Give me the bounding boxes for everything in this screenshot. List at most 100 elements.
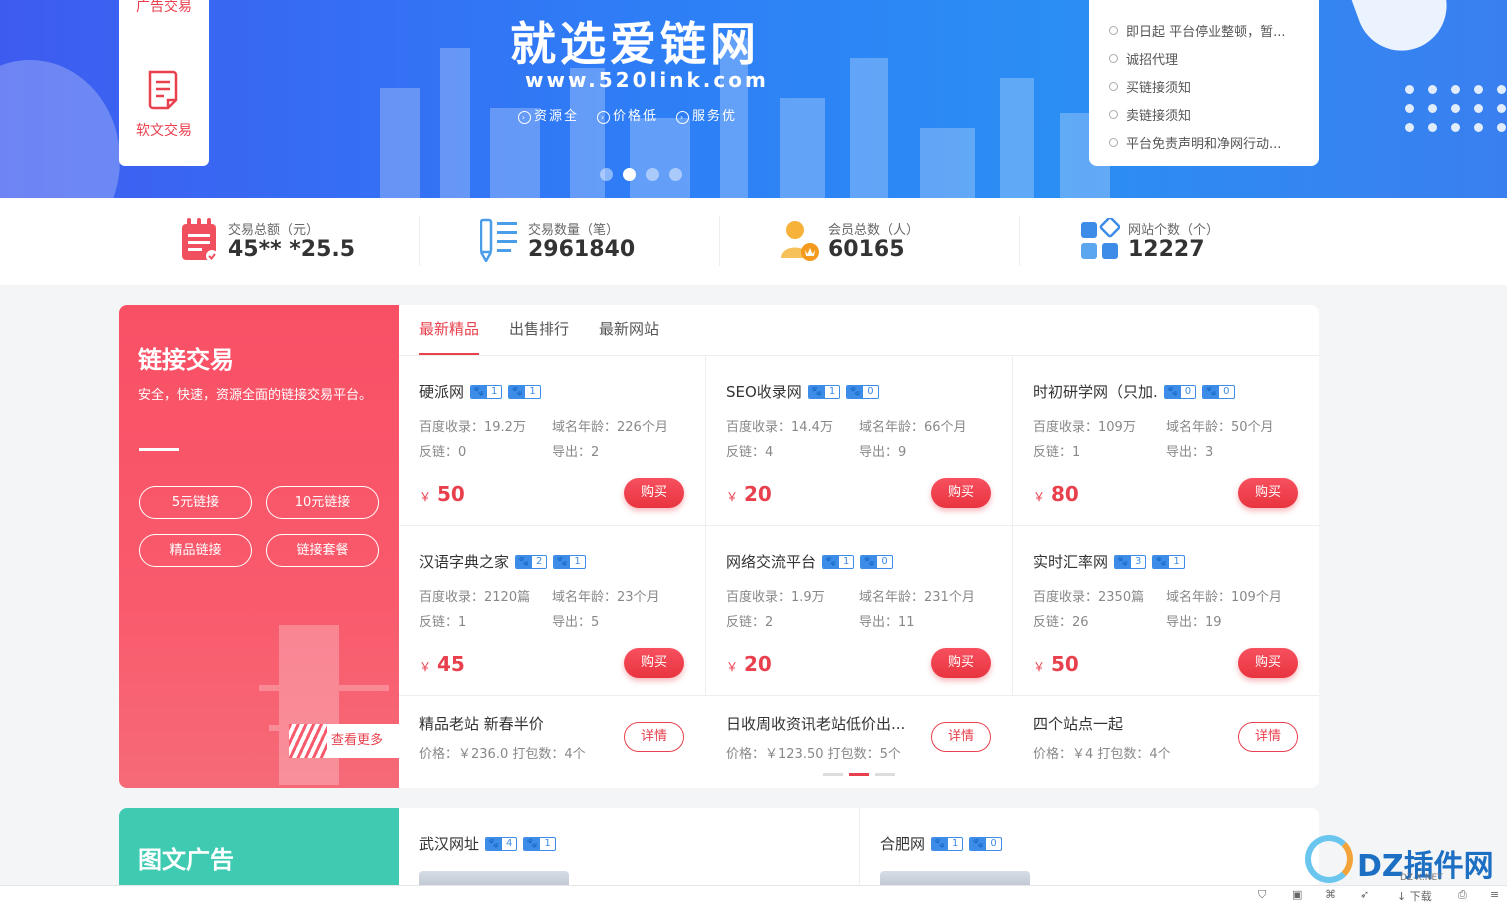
banner-decoration [0, 60, 120, 198]
slider-dots [600, 168, 682, 181]
link-product-card[interactable]: 硬派网 🐾 1 🐾 1 百度收录：19.2万 域名年龄：226个月 反链：0 导出：2 ￥ 50 购买 [399, 356, 706, 526]
member-icon [781, 221, 819, 261]
banner-url: www.520link.com [525, 68, 769, 92]
package-title[interactable]: 日收周收资讯老站低价出... [726, 713, 926, 734]
detail-button[interactable]: 详情 [931, 722, 991, 752]
image-icon[interactable]: ▣ [1292, 888, 1302, 901]
notice-item[interactable]: 买链接须知 [1109, 72, 1319, 100]
link-package-item[interactable]: 精品老站 新春半价价格：￥236.0 打包数：4个 详情 [399, 696, 706, 786]
notice-item[interactable]: 诚招代理 [1109, 44, 1319, 72]
detail-button[interactable]: 详情 [624, 722, 684, 752]
tab-latest-premium[interactable]: 最新精品 [419, 305, 480, 355]
pager-dot-active[interactable] [849, 773, 869, 776]
download-button[interactable]: ↓ 下载 [1397, 888, 1432, 903]
site-name[interactable]: 时初研学网（只加. 🐾 0 🐾 0 [1033, 381, 1235, 402]
buy-button[interactable]: 购买 [931, 478, 991, 508]
slider-dot[interactable] [600, 168, 613, 181]
ad-item[interactable]: 武汉网址 🐾 4 🐾 1 [419, 833, 556, 854]
link-product-card[interactable]: 汉语字典之家 🐾 2 🐾 1 百度收录：2120篇 域名年龄：23个月 反链：1 导出：5 ￥ 45… [399, 526, 706, 696]
site-name[interactable]: 硬派网 🐾 1 🐾 1 [419, 381, 541, 402]
link-product-card[interactable]: SEO收录网 🐾 1 🐾 0 百度收录：14.4万 域名年龄：66个月 反链：4 导出：9 ￥ 20… [706, 356, 1013, 526]
notice-item[interactable]: 卖链接须知 [1109, 100, 1319, 128]
currency-symbol: ￥ [419, 660, 432, 674]
package-title[interactable]: 四个站点一起 [1033, 713, 1233, 734]
package-title[interactable]: 精品老站 新春半价 [419, 713, 619, 734]
document-icon [148, 70, 178, 110]
carousel-pager [823, 773, 895, 776]
buy-button[interactable]: 购买 [1238, 478, 1298, 508]
site-name[interactable]: SEO收录网 🐾 1 🐾 0 [726, 381, 879, 402]
banner-tags: › 资源全 › 价格低 › 服务优 [518, 105, 737, 124]
export-links: 导出：19 [1166, 615, 1222, 630]
buy-button[interactable]: 购买 [931, 648, 991, 678]
stat-value: 12227 [1128, 237, 1205, 262]
mobile-weight-badge: 🐾 0 [860, 554, 893, 569]
paw-icon: 🐾 [847, 385, 864, 398]
currency-symbol: ￥ [1033, 660, 1046, 674]
price: ￥ 45 [419, 652, 465, 676]
filter-package-button[interactable]: 链接套餐 [266, 534, 379, 567]
buy-button[interactable]: 购买 [624, 478, 684, 508]
ad-item-name: 合肥网 [880, 835, 926, 853]
pager-dot[interactable] [823, 773, 843, 776]
tab-latest-sites[interactable]: 最新网站 [599, 305, 659, 355]
export-links: 导出：11 [859, 615, 915, 630]
ad-item[interactable]: 合肥网 🐾 1 🐾 0 [880, 833, 1002, 854]
banner-tag: › 服务优 [676, 105, 737, 124]
filter-10-yuan-button[interactable]: 10元链接 [266, 486, 379, 519]
tab-sales-rank[interactable]: 出售排行 [509, 305, 569, 355]
site-name[interactable]: 网络交流平台 🐾 1 🐾 0 [726, 551, 893, 572]
banner-dots-decoration [1405, 85, 1507, 132]
mobile-weight-badge: 🐾 1 [523, 836, 556, 851]
link-package-item[interactable]: 四个站点一起 价格：￥4 打包数：4个 详情 [1013, 696, 1319, 786]
notice-item[interactable]: 即日起 平台停业整顿，暂... [1109, 16, 1319, 44]
domain-age: 域名年龄：66个月 [859, 420, 967, 435]
category-side-nav: 广告交易 软文交易 [119, 0, 209, 166]
filter-premium-button[interactable]: 精品链接 [139, 534, 252, 567]
currency-symbol: ￥ [1033, 490, 1046, 504]
side-nav-item-article-trade[interactable]: 软文交易 [119, 120, 209, 140]
baidu-index: 百度收录：2350篇 [1033, 590, 1145, 605]
buy-button[interactable]: 购买 [1238, 648, 1298, 678]
pager-dot[interactable] [875, 773, 895, 776]
rocket-icon[interactable]: ➶ [1360, 888, 1369, 901]
currency-symbol: ￥ [726, 490, 739, 504]
game-icon[interactable]: ⌘ [1325, 888, 1336, 901]
backlinks: 反链：26 [1033, 615, 1089, 630]
paw-icon: 🐾 [471, 385, 488, 398]
backlinks: 反链：2 [726, 615, 774, 630]
slider-dot[interactable] [669, 168, 682, 181]
menu-icon[interactable]: ≡ [1490, 888, 1499, 901]
domain-age: 域名年龄：231个月 [859, 590, 975, 605]
domain-age: 域名年龄：23个月 [552, 590, 660, 605]
paw-icon: 🐾 [823, 555, 840, 568]
detail-button[interactable]: 详情 [1238, 722, 1298, 752]
baidu-weight-badge: 🐾 1 [807, 384, 841, 399]
package-meta: 价格：￥236.0 打包数：4个 [419, 747, 586, 762]
slider-dot[interactable] [646, 168, 659, 181]
link-product-card[interactable]: 网络交流平台 🐾 1 🐾 0 百度收录：1.9万 域名年龄：231个月 反链：2 导出：11 ￥ 2… [706, 526, 1013, 696]
buy-button[interactable]: 购买 [624, 648, 684, 678]
mobile-weight-badge: 🐾 0 [846, 384, 879, 399]
paw-icon: 🐾 [1203, 385, 1220, 398]
paw-icon: 🐾 [509, 385, 526, 398]
calendar-icon [182, 218, 218, 262]
filter-5-yuan-button[interactable]: 5元链接 [139, 486, 252, 519]
bottom-toolbar: ⛉ ▣ ⌘ ➶ ↓ 下载 ⎙ ≡ [0, 885, 1507, 903]
slider-dot-active[interactable] [623, 168, 636, 181]
shield-icon[interactable]: ⛉ [1258, 888, 1266, 902]
domain-age: 域名年龄：50个月 [1166, 420, 1274, 435]
link-product-card[interactable]: 时初研学网（只加. 🐾 0 🐾 0 百度收录：109万 域名年龄：50个月 反链：1 导出：3 ￥… [1013, 356, 1319, 526]
view-more-button[interactable]: 查看更多 [289, 724, 399, 758]
price: ￥ 80 [1033, 482, 1079, 506]
baidu-index: 百度收录：109万 [1033, 420, 1136, 435]
site-name[interactable]: 实时汇率网 🐾 3 🐾 1 [1033, 551, 1185, 572]
side-nav-item-ad-trade[interactable]: 广告交易 [119, 0, 209, 16]
link-product-card[interactable]: 实时汇率网 🐾 3 🐾 1 百度收录：2350篇 域名年龄：109个月 反链：26 导出：19 ￥… [1013, 526, 1319, 696]
stat-value: 2961840 [528, 237, 636, 262]
baidu-weight-badge: 🐾 1 [931, 836, 964, 851]
printer-icon[interactable]: ⎙ [1458, 888, 1467, 902]
apps-icon [1081, 218, 1120, 259]
site-name[interactable]: 汉语字典之家 🐾 2 🐾 1 [419, 551, 586, 572]
notice-item[interactable]: 平台免责声明和净网行动... [1109, 128, 1319, 156]
